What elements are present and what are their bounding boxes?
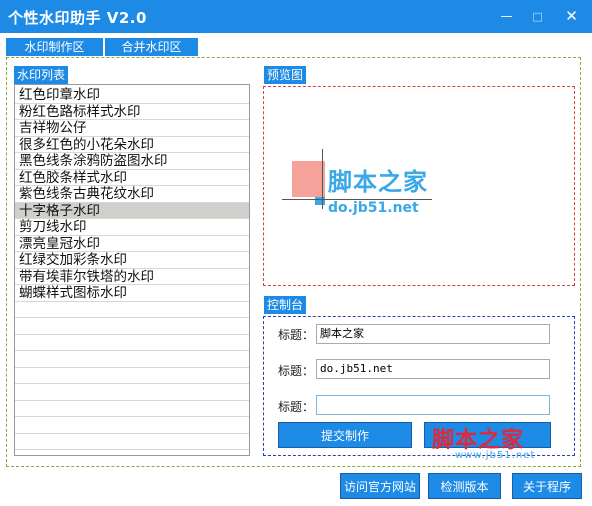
preview-guide-line [322,149,323,209]
about-button[interactable]: 关于程序 [512,473,582,499]
list-item[interactable]: 粉红色路标样式水印 [15,104,249,120]
watermark-list-label: 水印列表 [14,66,69,84]
control-label: 控制台 [264,296,307,314]
preview-box: 脚本之家 do.jb51.net [263,86,575,286]
check-version-button[interactable]: 检测版本 [428,473,501,499]
minimize-button[interactable]: — [490,0,523,33]
title-input-1[interactable]: 脚本之家 [316,324,550,344]
preview-text-sub: do.jb51.net [328,200,419,216]
submit-button[interactable]: 提交制作 [278,422,412,448]
list-row-empty [15,351,249,368]
watermark-color-block [292,161,325,197]
list-item[interactable]: 漂亮皇冠水印 [15,236,249,252]
maximize-button[interactable]: □ [521,0,554,33]
visit-website-button[interactable]: 访问官方网站 [340,473,420,499]
list-item[interactable]: 蝴蝶样式图标水印 [15,285,249,302]
title-input-3[interactable] [316,395,550,415]
list-row-empty [15,434,249,450]
list-item[interactable]: 吉祥物公仔 [15,120,249,137]
list-item[interactable]: 剪刀线水印 [15,219,249,236]
app-window: 个性水印助手 V2.0 — □ ✕ 水印制作区 合并水印区 水印列表 红色印章水… [0,0,592,506]
title-input-2[interactable]: do.jb51.net [316,359,550,379]
list-item[interactable]: 红色胶条样式水印 [15,170,249,186]
list-item[interactable]: 黑色线条涂鸦防盗图水印 [15,153,249,170]
tab-watermark-make[interactable]: 水印制作区 [6,38,103,56]
list-row-empty [15,368,249,384]
list-row-empty [15,302,249,318]
title-bar[interactable]: 个性水印助手 V2.0 — □ ✕ [0,0,592,33]
field-label-1: 标题： [278,328,315,342]
list-row-empty [15,318,249,335]
field-label-2: 标题： [278,364,315,378]
preview-label: 预览图 [264,66,307,84]
list-item[interactable]: 紫色线条古典花纹水印 [15,186,249,203]
tab-watermark-merge[interactable]: 合并水印区 [105,38,198,56]
list-item[interactable]: 带有埃菲尔铁塔的水印 [15,269,249,285]
close-button[interactable]: ✕ [555,0,588,33]
list-row-empty [15,417,249,434]
list-row-empty [15,335,249,351]
preview-text-main: 脚本之家 [328,168,428,196]
list-row-empty [15,401,249,417]
close-icon: ✕ [565,7,578,25]
list-item[interactable]: 红色印章水印 [15,87,249,104]
field-label-3: 标题： [278,400,315,414]
minimize-icon: — [500,9,513,23]
site-watermark-url: www.jb51.net [455,450,536,461]
list-item[interactable]: 很多红色的小花朵水印 [15,137,249,153]
watermark-list[interactable]: 红色印章水印 粉红色路标样式水印 吉祥物公仔 很多红色的小花朵水印 黑色线条涂鸦… [14,84,250,456]
list-item-selected[interactable]: 十字格子水印 [15,202,249,219]
list-row-empty [15,384,249,401]
list-item[interactable]: 红绿交加彩条水印 [15,252,249,269]
window-title: 个性水印助手 V2.0 [8,9,147,27]
maximize-icon: □ [532,10,543,23]
